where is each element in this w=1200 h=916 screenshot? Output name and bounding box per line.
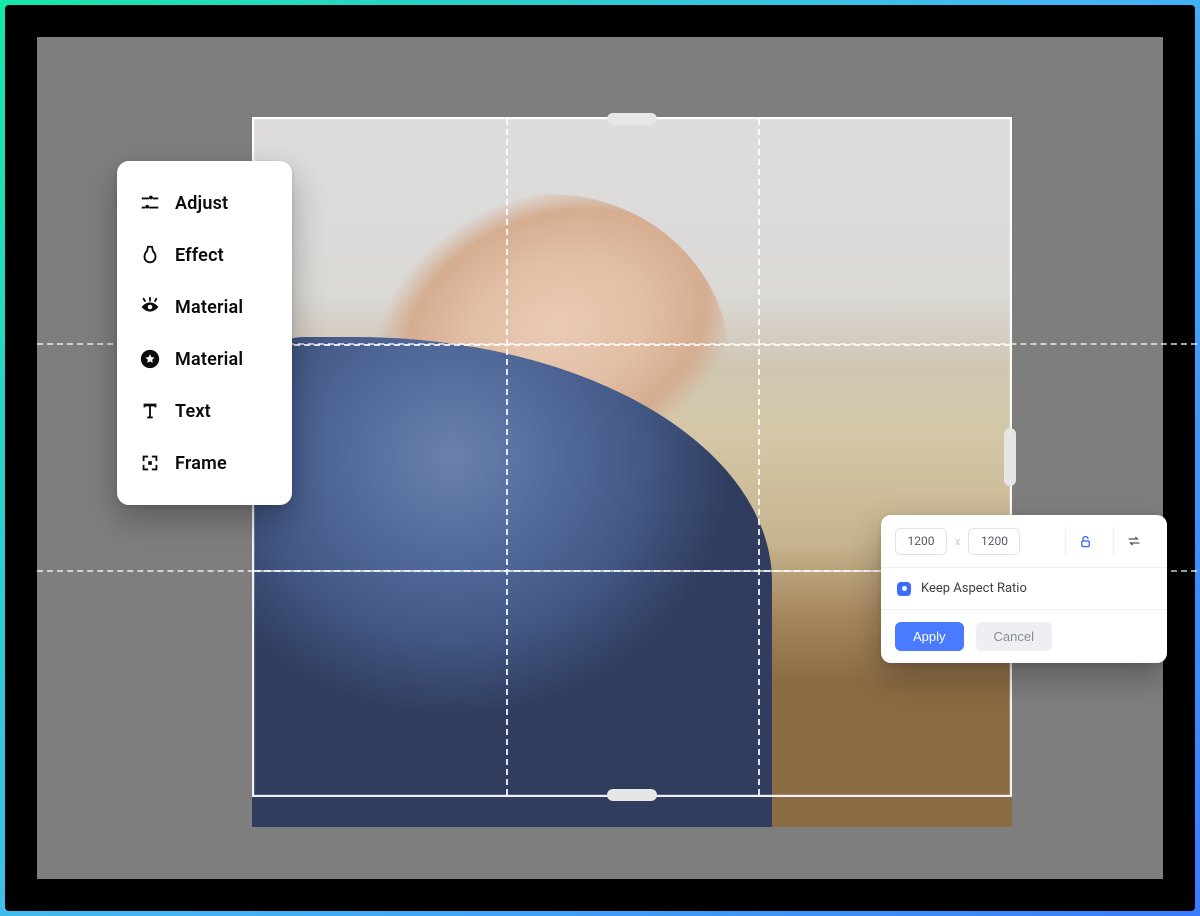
apply-button[interactable]: Apply bbox=[895, 622, 964, 651]
star-material-icon bbox=[139, 348, 161, 370]
crop-image bbox=[252, 117, 1012, 827]
tool-frame[interactable]: Frame bbox=[117, 437, 292, 489]
keep-aspect-row[interactable]: Keep Aspect Ratio bbox=[881, 568, 1167, 610]
frame-icon bbox=[139, 452, 161, 474]
tool-label: Material bbox=[175, 349, 243, 370]
height-input[interactable]: 1200 bbox=[968, 528, 1020, 555]
tool-label: Material bbox=[175, 297, 243, 318]
resize-dimensions-row: 1200 x 1200 bbox=[881, 515, 1167, 568]
tool-label: Text bbox=[175, 401, 211, 422]
tool-text[interactable]: Text bbox=[117, 385, 292, 437]
keep-aspect-checkbox[interactable] bbox=[897, 582, 911, 596]
tool-label: Frame bbox=[175, 453, 227, 474]
editor-window: Adjust Effect Material Material Text Fra… bbox=[5, 5, 1195, 911]
tool-label: Effect bbox=[175, 245, 224, 266]
tool-adjust[interactable]: Adjust bbox=[117, 177, 292, 229]
tool-label: Adjust bbox=[175, 193, 228, 214]
tool-effect[interactable]: Effect bbox=[117, 229, 292, 281]
tool-material-eye[interactable]: Material bbox=[117, 281, 292, 333]
lock-icon bbox=[1078, 534, 1093, 549]
width-input[interactable]: 1200 bbox=[895, 528, 947, 555]
resize-actions: Apply Cancel bbox=[881, 610, 1167, 663]
tool-panel: Adjust Effect Material Material Text Fra… bbox=[117, 161, 292, 505]
keep-aspect-label: Keep Aspect Ratio bbox=[921, 581, 1027, 596]
effect-icon bbox=[139, 244, 161, 266]
editor-canvas[interactable]: Adjust Effect Material Material Text Fra… bbox=[37, 37, 1163, 879]
resize-popover: 1200 x 1200 Keep Aspect Ratio Apply Canc… bbox=[881, 515, 1167, 663]
swap-icon bbox=[1126, 533, 1142, 549]
lock-aspect-button[interactable] bbox=[1065, 527, 1105, 555]
eye-material-icon bbox=[139, 296, 161, 318]
cancel-button[interactable]: Cancel bbox=[976, 622, 1052, 651]
text-icon bbox=[139, 400, 161, 422]
tool-material-star[interactable]: Material bbox=[117, 333, 292, 385]
swap-dimensions-button[interactable] bbox=[1113, 527, 1153, 555]
dimension-separator: x bbox=[955, 535, 960, 548]
adjust-icon bbox=[139, 192, 161, 214]
